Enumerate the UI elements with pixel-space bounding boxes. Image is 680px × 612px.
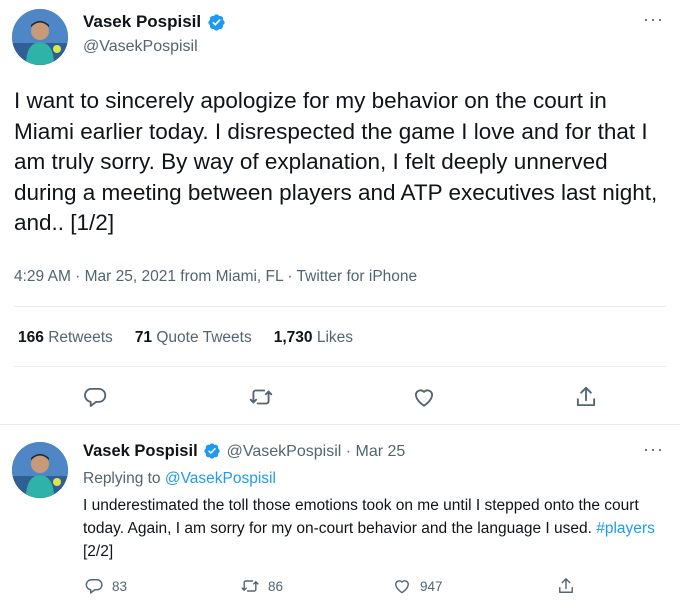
avatar-photo — [12, 442, 68, 498]
main-tweet: Vasek Pospisil @VasekPospisil ··· I want… — [0, 0, 680, 425]
reply-text: I underestimated the toll those emotions… — [83, 494, 663, 563]
tweet-timestamp-source[interactable]: 4:29 AM · Mar 25, 2021 from Miami, FL · … — [14, 268, 417, 286]
replying-to-link[interactable]: @VasekPospisil — [165, 470, 276, 487]
reply-tweet[interactable]: Vasek Pospisil @VasekPospisil · Mar 25 ·… — [0, 430, 680, 612]
tweet-action-bar — [0, 380, 680, 414]
retweet-count: 86 — [268, 578, 284, 594]
avatar[interactable] — [12, 442, 68, 498]
retweets-stat[interactable]: 166 Retweets — [18, 329, 113, 347]
hashtag-link[interactable]: #players — [596, 520, 655, 537]
reply-author-row: Vasek Pospisil @VasekPospisil · Mar 25 — [83, 442, 405, 461]
author-display-name[interactable]: Vasek Pospisil — [83, 442, 198, 461]
share-icon[interactable] — [556, 576, 576, 596]
divider — [0, 424, 680, 425]
heart-icon[interactable] — [392, 576, 412, 596]
reply-bubble-icon[interactable] — [84, 576, 104, 596]
more-dots-icon[interactable]: ··· — [643, 440, 664, 458]
quote-tweets-stat[interactable]: 71 Quote Tweets — [135, 329, 252, 347]
verified-badge-icon — [207, 13, 226, 32]
like-count: 947 — [420, 578, 443, 594]
likes-label: Likes — [316, 329, 354, 346]
avatar-photo — [12, 9, 68, 65]
avatar[interactable] — [12, 9, 68, 65]
share-action[interactable] — [556, 576, 576, 596]
likes-stat[interactable]: 1,730 Likes — [274, 329, 353, 347]
reply-action-bar: 83 86 947 — [0, 576, 680, 600]
divider — [14, 366, 666, 367]
author-name-row[interactable]: Vasek Pospisil — [83, 12, 226, 32]
retweet-action[interactable]: 86 — [240, 576, 283, 596]
reply-text-body: I underestimated the toll those emotions… — [83, 497, 639, 537]
replying-to-line: Replying to @VasekPospisil — [83, 470, 276, 488]
reply-bubble-icon[interactable] — [82, 384, 108, 410]
reply-text-tail: [2/2] — [83, 543, 114, 560]
quote-tweets-label: Quote Tweets — [156, 329, 252, 346]
tweet-stats: 166 Retweets 71 Quote Tweets 1,730 Likes — [18, 329, 353, 347]
likes-count: 1,730 — [273, 329, 313, 346]
like-action[interactable]: 947 — [392, 576, 443, 596]
verified-badge-icon — [203, 442, 222, 461]
replying-prefix: Replying to — [83, 470, 161, 487]
author-handle[interactable]: @VasekPospisil — [83, 38, 198, 56]
reply-handle-date[interactable]: @VasekPospisil · Mar 25 — [227, 443, 406, 461]
heart-icon[interactable] — [411, 384, 437, 410]
retweet-icon[interactable] — [240, 576, 260, 596]
share-icon[interactable] — [573, 384, 599, 410]
more-dots-icon[interactable]: ··· — [643, 10, 664, 28]
retweet-icon[interactable] — [248, 384, 274, 410]
divider — [14, 306, 666, 307]
quote-tweets-count: 71 — [134, 329, 153, 346]
retweets-count: 166 — [18, 329, 44, 346]
reply-action[interactable]: 83 — [84, 576, 127, 596]
tweet-text: I want to sincerely apologize for my beh… — [14, 88, 658, 235]
retweets-label: Retweets — [48, 329, 113, 346]
reply-count: 83 — [112, 578, 128, 594]
author-display-name[interactable]: Vasek Pospisil — [83, 12, 201, 32]
